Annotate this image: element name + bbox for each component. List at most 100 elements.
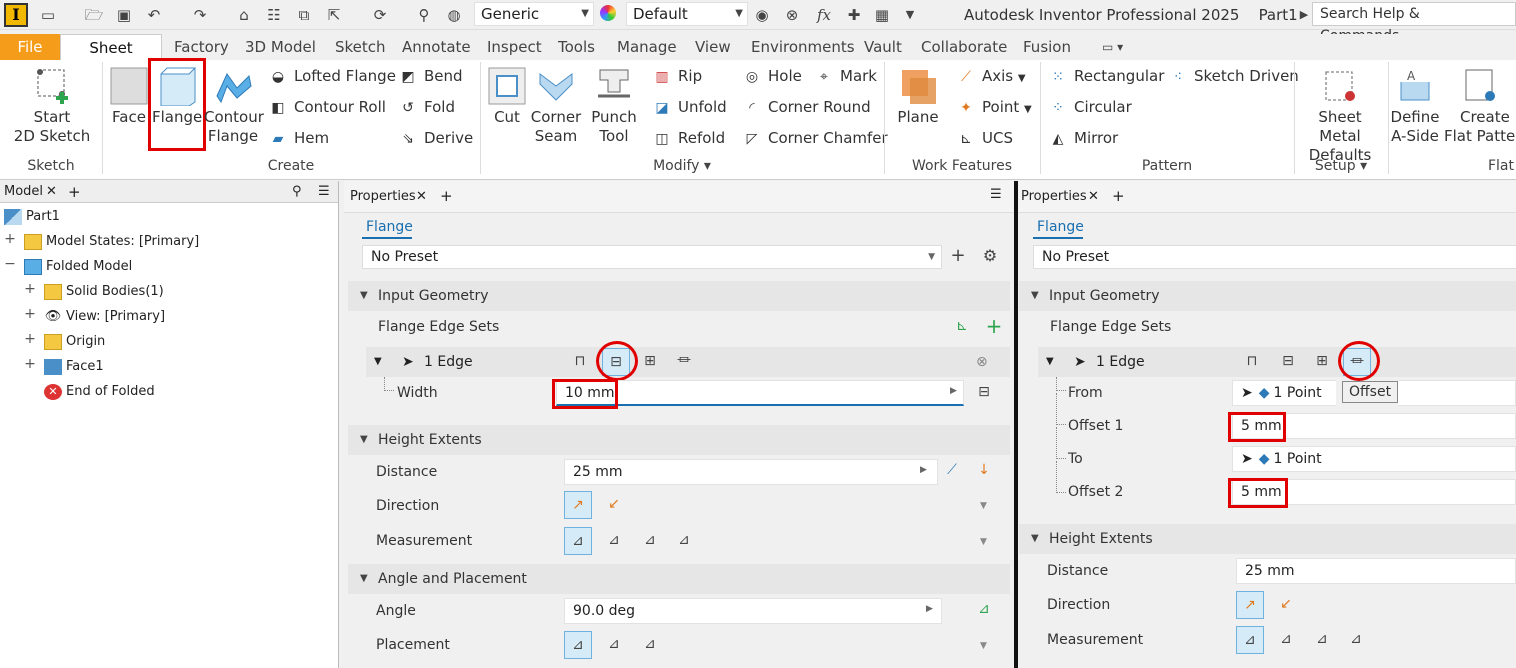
tab-inspect[interactable]: Inspect <box>479 34 550 60</box>
color-wheel-icon[interactable] <box>598 5 618 25</box>
width-offset-icon[interactable]: ⊞ <box>636 348 664 376</box>
expand-icon[interactable]: + <box>4 231 16 247</box>
tab-sketch[interactable]: Sketch <box>327 34 394 60</box>
width-offset-icon[interactable]: ⊞ <box>1308 348 1336 376</box>
material-icon[interactable]: ◍ <box>444 5 464 25</box>
tab-environments[interactable]: Environments <box>743 34 863 60</box>
distance-arrow-icon[interactable]: ▶ <box>920 465 927 475</box>
tree-item-solid-bodies[interactable]: Solid Bodies(1) <box>44 281 164 303</box>
add-tab-icon[interactable]: + <box>68 181 81 203</box>
sheet-metal-defaults-button[interactable]: Sheet Metal Defaults <box>1298 66 1382 165</box>
contour-flange-button[interactable]: Contour Flange <box>204 66 264 146</box>
plus-icon[interactable]: ✚ <box>844 5 864 25</box>
grid-icon[interactable]: ▦ <box>872 5 892 25</box>
tab-tools[interactable]: Tools <box>550 34 603 60</box>
direction-default-icon[interactable]: ↗ <box>564 491 592 519</box>
style-dropdown[interactable]: Generic ▼ <box>474 2 594 26</box>
measure-orthogonal-icon[interactable]: ⊿ <box>1342 626 1370 654</box>
tab-properties[interactable]: Properties <box>1021 189 1087 204</box>
circular-pattern-button[interactable]: ⁘ Circular <box>1048 95 1132 119</box>
tree-item-view[interactable]: 👁 View: [Primary] <box>44 306 165 328</box>
derive-button[interactable]: ⇘ Derive <box>398 126 473 150</box>
edge-extent-icon[interactable]: ⊓ <box>566 348 594 376</box>
ribbon-display-toggle[interactable]: ▭ ▾ <box>1094 34 1131 60</box>
angle-arrow-icon[interactable]: ▶ <box>926 604 933 614</box>
measure-orthogonal-icon[interactable]: ⊿ <box>670 527 698 555</box>
direction-flip-icon[interactable]: ↙ <box>1272 591 1300 619</box>
arrow-right-icon[interactable]: ▶ <box>1294 5 1314 25</box>
direction-default-icon[interactable]: ↗ <box>1236 591 1264 619</box>
placement-inside-icon[interactable]: ⊿ <box>564 631 592 659</box>
add-edge-set-icon[interactable]: + <box>980 313 1008 341</box>
clear-icon[interactable]: ⊗ <box>976 347 988 377</box>
lofted-flange-button[interactable]: ◒ Lofted Flange <box>268 64 396 88</box>
clear-appearance-icon[interactable]: ⊗ <box>782 5 802 25</box>
from-input[interactable]: ➤ ◆ 1 Point <box>1232 380 1336 406</box>
tree-item-model-states[interactable]: Model States: [Primary] <box>24 231 199 253</box>
select-icon[interactable]: ⇱ <box>324 5 344 25</box>
cut-button[interactable]: Cut <box>484 66 530 127</box>
create-flat-pattern-button[interactable]: Create Flat Pattern <box>1442 66 1516 146</box>
tab-factory[interactable]: Factory <box>166 34 237 60</box>
menu-icon[interactable]: ☰ <box>990 187 1002 202</box>
open-folder-icon[interactable]: 🗁 <box>84 5 104 25</box>
to-input[interactable]: ➤ ◆ 1 Point <box>1232 446 1516 472</box>
copy-icon[interactable]: ⧉ <box>294 5 314 25</box>
hole-button[interactable]: ◎ Hole <box>742 64 802 88</box>
direction-dropdown-icon[interactable]: ▼ <box>980 501 987 511</box>
search-input[interactable]: Search Help & Commands... <box>1312 2 1516 44</box>
collapse-icon[interactable]: ▼ <box>374 347 382 377</box>
close-icon[interactable]: ✕ <box>46 181 57 203</box>
redo-icon[interactable]: ↷ <box>190 5 210 25</box>
rectangular-pattern-button[interactable]: ⁙ Rectangular <box>1048 64 1164 88</box>
placement-dropdown-icon[interactable]: ▼ <box>980 641 987 651</box>
mirror-button[interactable]: ◭ Mirror <box>1048 126 1119 150</box>
placement-bend-icon[interactable]: ⊿ <box>636 631 664 659</box>
menu-icon[interactable]: ☰ <box>318 181 330 203</box>
collapse-icon[interactable]: − <box>4 256 16 272</box>
section-input-geometry[interactable]: ▼ Input Geometry <box>1019 281 1516 311</box>
tab-sheet-metal[interactable]: Sheet Metal <box>60 34 162 83</box>
new-file-icon[interactable]: ▭ <box>38 5 58 25</box>
tree-item-part1[interactable]: Part1 <box>4 206 60 228</box>
customize-dropdown-icon[interactable]: ▼ <box>900 5 920 25</box>
section-input-geometry[interactable]: ▼ Input Geometry <box>348 281 1010 311</box>
search-icon[interactable]: ⚲ <box>292 181 302 203</box>
expand-icon[interactable]: + <box>24 331 36 347</box>
measure-tangent-icon[interactable]: ⊿ <box>636 527 664 555</box>
distance-mode-icon[interactable]: ⟋ <box>938 457 966 485</box>
offset-extent-icon[interactable]: ⏛ <box>670 348 698 376</box>
edge-extent-icon[interactable]: ⊓ <box>1238 348 1266 376</box>
measure-tangent-icon[interactable]: ⊿ <box>1308 626 1336 654</box>
tab-3d-model[interactable]: 3D Model <box>237 34 324 60</box>
contour-roll-button[interactable]: ◧ Contour Roll <box>268 95 386 119</box>
angle-input[interactable]: 90.0 deg <box>564 598 942 624</box>
measurement-dropdown-icon[interactable]: ▼ <box>980 537 987 547</box>
tab-annotate[interactable]: Annotate <box>394 34 479 60</box>
save-icon[interactable]: ▣ <box>114 5 134 25</box>
unfold-button[interactable]: ◪ Unfold <box>652 95 726 119</box>
corner-seam-button[interactable]: Corner Seam <box>530 66 582 146</box>
corner-chamfer-button[interactable]: ◸ Corner Chamfer <box>742 126 888 150</box>
add-tab-icon[interactable]: + <box>440 187 453 205</box>
tree-item-end-of-folded[interactable]: ✕ End of Folded <box>44 381 155 403</box>
tab-manage[interactable]: Manage <box>609 34 685 60</box>
edge-select-icon[interactable]: ⊾ <box>948 313 976 341</box>
direction-flip-icon[interactable]: ↙ <box>600 491 628 519</box>
gear-icon[interactable]: ⚙ <box>976 243 1004 271</box>
height-datum-icon[interactable]: ↓ <box>970 457 998 485</box>
group-label-modify[interactable]: Modify ▾ <box>480 158 884 174</box>
face-button[interactable]: Face <box>106 66 152 127</box>
appearance-dropdown[interactable]: Default ▼ <box>626 2 748 26</box>
flip-width-icon[interactable]: ⊟ <box>970 379 998 407</box>
section-angle-placement[interactable]: ▼ Angle and Placement <box>348 564 1010 594</box>
measure-inner-icon[interactable]: ⊿ <box>564 527 592 555</box>
fx-icon[interactable]: fx <box>814 5 834 25</box>
preset-dropdown[interactable]: No Preset ▼ <box>362 245 942 269</box>
define-a-side-button[interactable]: A Define A-Side <box>1390 66 1440 146</box>
home-icon[interactable]: ⌂ <box>234 5 254 25</box>
corner-round-button[interactable]: ◜ Corner Round <box>742 95 870 119</box>
sketch-driven-pattern-button[interactable]: ⁖ Sketch Driven <box>1168 64 1299 88</box>
tab-collaborate[interactable]: Collaborate <box>913 34 1015 60</box>
group-label-setup[interactable]: Setup ▾ <box>1294 158 1388 174</box>
